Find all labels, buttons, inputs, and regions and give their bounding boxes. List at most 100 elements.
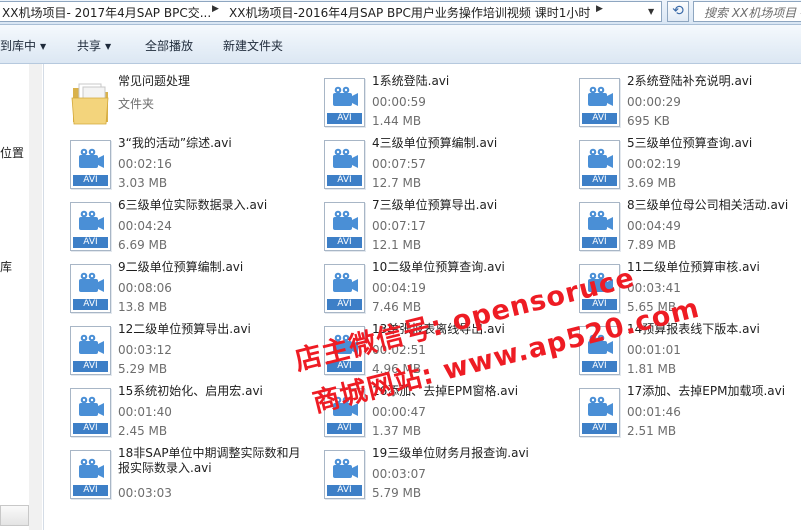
- refresh-button[interactable]: ⟲: [667, 1, 689, 22]
- file-size: 3.69 MB: [627, 176, 677, 190]
- file-item[interactable]: AVI 8三级单位母公司相关活动.avi 00:04:49 7.89 MB: [553, 192, 793, 252]
- video-camera-icon: [79, 210, 104, 230]
- video-camera-icon: [333, 458, 358, 478]
- video-camera-icon: [79, 272, 104, 292]
- video-camera-icon: [333, 148, 358, 168]
- nav-horizontal-scrollbar[interactable]: [0, 505, 29, 526]
- file-item[interactable]: AVI 4三级单位预算编制.avi 00:07:57 12.7 MB: [298, 130, 538, 190]
- search-placeholder: 搜索 XX机场项目 -: [704, 6, 801, 20]
- file-item[interactable]: AVI 7三级单位预算导出.avi 00:07:17 12.1 MB: [298, 192, 538, 252]
- video-camera-icon: [333, 334, 358, 354]
- chevron-right-icon[interactable]: ▶: [596, 4, 603, 14]
- avi-icon-label: AVI: [327, 113, 362, 124]
- avi-file-icon: AVI: [70, 140, 111, 189]
- video-camera-icon: [588, 272, 613, 292]
- avi-icon-label: AVI: [327, 175, 362, 186]
- avi-icon-frame: AVI: [70, 388, 111, 437]
- avi-file-icon: AVI: [70, 326, 111, 375]
- file-duration: 00:02:16: [118, 157, 172, 171]
- file-item[interactable]: AVI 3“我的活动”综述.avi 00:02:16 3.03 MB: [44, 130, 284, 190]
- file-size: 1.37 MB: [372, 424, 422, 438]
- video-camera-icon: [79, 458, 104, 478]
- new-folder-button[interactable]: 新建文件夹: [223, 37, 283, 54]
- file-item[interactable]: AVI 14预算报表线下版本.avi 00:01:01 1.81 MB: [553, 316, 793, 376]
- file-item[interactable]: AVI 2系统登陆补充说明.avi 00:00:29 695 KB: [553, 68, 793, 128]
- breadcrumb[interactable]: XX机场项目- 2017年4月SAP BPC交... ▶ XX机场项目-2016…: [0, 1, 662, 22]
- file-duration: 00:03:12: [118, 343, 172, 357]
- avi-icon-frame: AVI: [70, 326, 111, 375]
- file-item[interactable]: AVI 6三级单位实际数据录入.avi 00:04:24 6.69 MB: [44, 192, 284, 252]
- breadcrumb-item-current[interactable]: XX机场项目-2016年4月SAP BPC用户业务操作培训视频 课时1小时: [229, 4, 590, 21]
- video-camera-icon: [79, 396, 104, 416]
- share-button[interactable]: 共享 ▼: [77, 37, 111, 54]
- file-item[interactable]: AVI 12二级单位预算导出.avi 00:03:12 5.29 MB: [44, 316, 284, 376]
- video-camera-icon: [333, 396, 358, 416]
- file-size: 12.7 MB: [372, 176, 422, 190]
- avi-file-icon: AVI: [324, 78, 365, 127]
- file-duration: 00:07:17: [372, 219, 426, 233]
- address-history-dropdown[interactable]: ▼: [648, 7, 654, 16]
- file-item[interactable]: AVI 18非SAP单位中期调整实际数和月报实际数录入.avi 00:03:03: [44, 440, 301, 500]
- file-size: 1.81 MB: [627, 362, 677, 376]
- file-name: 15系统初始化、启用宏.avi: [118, 384, 263, 398]
- file-duration: 00:00:29: [627, 95, 681, 109]
- file-name: 7三级单位预算导出.avi: [372, 198, 498, 212]
- avi-file-icon: AVI: [324, 264, 365, 313]
- file-item[interactable]: AVI 5三级单位预算查询.avi 00:02:19 3.69 MB: [553, 130, 793, 190]
- nav-item-libraries[interactable]: 库: [0, 258, 12, 275]
- file-item[interactable]: AVI 16添加、去掉EPM窗格.avi 00:00:47 1.37 MB: [298, 378, 538, 438]
- avi-icon-frame: AVI: [579, 388, 620, 437]
- avi-file-icon: AVI: [70, 264, 111, 313]
- file-duration: 00:03:41: [627, 281, 681, 295]
- avi-icon-label: AVI: [582, 113, 617, 124]
- avi-icon-label: AVI: [582, 299, 617, 310]
- file-item[interactable]: AVI 9二级单位预算编制.avi 00:08:06 13.8 MB: [44, 254, 284, 314]
- file-size: 12.1 MB: [372, 238, 422, 252]
- folder-item[interactable]: 常见问题处理 文件夹: [44, 68, 284, 126]
- avi-icon-frame: AVI: [70, 450, 111, 499]
- file-name: 13单张报表离线导出.avi: [372, 322, 505, 336]
- file-name: 4三级单位预算编制.avi: [372, 136, 498, 150]
- file-name: 6三级单位实际数据录入.avi: [118, 198, 268, 212]
- file-item[interactable]: AVI 13单张报表离线导出.avi 00:02:51 4.96 MB: [298, 316, 538, 376]
- avi-icon-label: AVI: [73, 237, 108, 248]
- file-item[interactable]: AVI 10二级单位预算查询.avi 00:04:19 7.46 MB: [298, 254, 538, 314]
- video-camera-icon: [588, 210, 613, 230]
- video-camera-icon: [588, 334, 613, 354]
- file-size: 2.51 MB: [627, 424, 677, 438]
- avi-icon-label: AVI: [582, 361, 617, 372]
- avi-file-icon: AVI: [324, 450, 365, 499]
- avi-icon-label: AVI: [73, 361, 108, 372]
- nav-item-locations[interactable]: 位置: [0, 144, 24, 161]
- file-name: 2系统登陆补充说明.avi: [627, 74, 753, 88]
- file-name: 5三级单位预算查询.avi: [627, 136, 753, 150]
- avi-icon-label: AVI: [582, 175, 617, 186]
- avi-icon-frame: AVI: [324, 388, 365, 437]
- breadcrumb-item-parent[interactable]: XX机场项目- 2017年4月SAP BPC交...: [2, 4, 211, 21]
- avi-icon-label: AVI: [327, 237, 362, 248]
- folder-icon: [71, 83, 109, 125]
- include-in-library-button[interactable]: 到库中 ▼: [0, 37, 46, 54]
- file-item[interactable]: AVI 19三级单位财务月报查询.avi 00:03:07 5.79 MB: [298, 440, 538, 500]
- chevron-right-icon[interactable]: ▶: [212, 4, 219, 14]
- file-size: 695 KB: [627, 114, 670, 128]
- file-duration: 00:04:19: [372, 281, 426, 295]
- avi-icon-frame: AVI: [70, 264, 111, 313]
- file-item[interactable]: AVI 11二级单位预算审核.avi 00:03:41 5.65 MB: [553, 254, 793, 314]
- avi-file-icon: AVI: [579, 388, 620, 437]
- avi-file-icon: AVI: [579, 202, 620, 251]
- file-item[interactable]: AVI 1系统登陆.avi 00:00:59 1.44 MB: [298, 68, 538, 128]
- file-item[interactable]: AVI 17添加、去掉EPM加载项.avi 00:01:46 2.51 MB: [553, 378, 793, 438]
- file-item[interactable]: AVI 15系统初始化、启用宏.avi 00:01:40 2.45 MB: [44, 378, 284, 438]
- avi-file-icon: AVI: [70, 202, 111, 251]
- play-all-button[interactable]: 全部播放: [145, 37, 193, 54]
- avi-icon-frame: AVI: [70, 140, 111, 189]
- file-duration: 00:04:49: [627, 219, 681, 233]
- file-name: 11二级单位预算审核.avi: [627, 260, 760, 274]
- avi-file-icon: AVI: [579, 140, 620, 189]
- search-input[interactable]: 搜索 XX机场项目 -: [693, 1, 801, 22]
- file-list-pane: 常见问题处理 文件夹 AVI 1系统登陆.avi 00:00:59 1.44 MB AV…: [44, 64, 801, 530]
- file-size: 5.79 MB: [372, 486, 422, 500]
- nav-scrollbar[interactable]: [29, 64, 42, 530]
- avi-icon-label: AVI: [73, 299, 108, 310]
